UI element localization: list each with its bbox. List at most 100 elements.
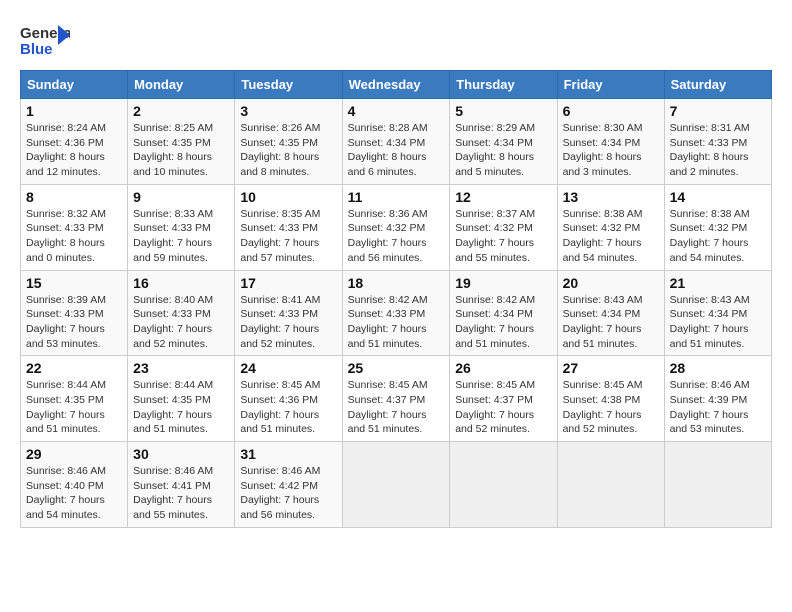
day-cell: 19 Sunrise: 8:42 AMSunset: 4:34 PMDayligh… — [450, 270, 557, 356]
svg-text:Blue: Blue — [20, 41, 53, 58]
day-info: Sunrise: 8:46 AMSunset: 4:41 PMDaylight:… — [133, 464, 229, 523]
day-number: 5 — [455, 103, 551, 119]
day-number: 10 — [240, 189, 336, 205]
weekday-header-sunday: Sunday — [21, 71, 128, 99]
day-cell: 27 Sunrise: 8:45 AMSunset: 4:38 PMDayligh… — [557, 356, 664, 442]
day-cell — [664, 442, 771, 528]
day-number: 30 — [133, 446, 229, 462]
day-number: 26 — [455, 360, 551, 376]
day-cell — [342, 442, 450, 528]
day-number: 11 — [348, 189, 445, 205]
day-info: Sunrise: 8:46 AMSunset: 4:40 PMDaylight:… — [26, 464, 122, 523]
day-cell: 1 Sunrise: 8:24 AMSunset: 4:36 PMDaylight… — [21, 99, 128, 185]
week-row-5: 29 Sunrise: 8:46 AMSunset: 4:40 PMDayligh… — [21, 442, 772, 528]
day-info: Sunrise: 8:25 AMSunset: 4:35 PMDaylight:… — [133, 121, 229, 180]
day-cell: 18 Sunrise: 8:42 AMSunset: 4:33 PMDayligh… — [342, 270, 450, 356]
day-cell: 5 Sunrise: 8:29 AMSunset: 4:34 PMDaylight… — [450, 99, 557, 185]
day-number: 24 — [240, 360, 336, 376]
logo: General Blue — [20, 20, 74, 60]
day-info: Sunrise: 8:45 AMSunset: 4:37 PMDaylight:… — [348, 378, 445, 437]
day-cell: 11 Sunrise: 8:36 AMSunset: 4:32 PMDayligh… — [342, 184, 450, 270]
day-info: Sunrise: 8:40 AMSunset: 4:33 PMDaylight:… — [133, 293, 229, 352]
day-number: 18 — [348, 275, 445, 291]
week-row-3: 15 Sunrise: 8:39 AMSunset: 4:33 PMDayligh… — [21, 270, 772, 356]
day-info: Sunrise: 8:43 AMSunset: 4:34 PMDaylight:… — [670, 293, 766, 352]
day-number: 23 — [133, 360, 229, 376]
day-cell: 22Sunrise: 8:44 AMSunset: 4:35 PMDayligh… — [21, 356, 128, 442]
day-info: Sunrise: 8:24 AMSunset: 4:36 PMDaylight:… — [26, 121, 122, 180]
weekday-header-wednesday: Wednesday — [342, 71, 450, 99]
day-number: 25 — [348, 360, 445, 376]
day-number: 31 — [240, 446, 336, 462]
day-info: Sunrise: 8:39 AMSunset: 4:33 PMDaylight:… — [26, 293, 122, 352]
day-cell: 28 Sunrise: 8:46 AMSunset: 4:39 PMDayligh… — [664, 356, 771, 442]
day-number: 8 — [26, 189, 122, 205]
day-number: 12 — [455, 189, 551, 205]
day-number: 1 — [26, 103, 122, 119]
day-cell: 25 Sunrise: 8:45 AMSunset: 4:37 PMDayligh… — [342, 356, 450, 442]
weekday-header-row: SundayMondayTuesdayWednesdayThursdayFrid… — [21, 71, 772, 99]
day-info: Sunrise: 8:30 AMSunset: 4:34 PMDaylight:… — [563, 121, 659, 180]
day-cell: 21 Sunrise: 8:43 AMSunset: 4:34 PMDayligh… — [664, 270, 771, 356]
day-info: Sunrise: 8:45 AMSunset: 4:36 PMDaylight:… — [240, 378, 336, 437]
day-cell: 14Sunrise: 8:38 AMSunset: 4:32 PMDayligh… — [664, 184, 771, 270]
day-number: 21 — [670, 275, 766, 291]
day-cell: 6 Sunrise: 8:30 AMSunset: 4:34 PMDaylight… — [557, 99, 664, 185]
day-info: Sunrise: 8:44 AMSunset: 4:35 PMDaylight:… — [133, 378, 229, 437]
day-cell: 15 Sunrise: 8:39 AMSunset: 4:33 PMDayligh… — [21, 270, 128, 356]
day-cell: 13 Sunrise: 8:38 AMSunset: 4:32 PMDayligh… — [557, 184, 664, 270]
day-number: 4 — [348, 103, 445, 119]
day-cell: 4 Sunrise: 8:28 AMSunset: 4:34 PMDaylight… — [342, 99, 450, 185]
day-info: Sunrise: 8:35 AMSunset: 4:33 PMDaylight:… — [240, 207, 336, 266]
day-info: Sunrise: 8:26 AMSunset: 4:35 PMDaylight:… — [240, 121, 336, 180]
day-number: 28 — [670, 360, 766, 376]
day-info: Sunrise: 8:46 AMSunset: 4:39 PMDaylight:… — [670, 378, 766, 437]
day-number: 15 — [26, 275, 122, 291]
day-info: Sunrise: 8:46 AMSunset: 4:42 PMDaylight:… — [240, 464, 336, 523]
day-cell: 2 Sunrise: 8:25 AMSunset: 4:35 PMDaylight… — [128, 99, 235, 185]
day-info: Sunrise: 8:37 AMSunset: 4:32 PMDaylight:… — [455, 207, 551, 266]
day-cell: 24 Sunrise: 8:45 AMSunset: 4:36 PMDayligh… — [235, 356, 342, 442]
day-number: 19 — [455, 275, 551, 291]
day-number: 17 — [240, 275, 336, 291]
day-cell: 23 Sunrise: 8:44 AMSunset: 4:35 PMDayligh… — [128, 356, 235, 442]
weekday-header-monday: Monday — [128, 71, 235, 99]
day-info: Sunrise: 8:28 AMSunset: 4:34 PMDaylight:… — [348, 121, 445, 180]
logo-icon: General Blue — [20, 20, 70, 60]
day-number: 27 — [563, 360, 659, 376]
day-cell: 7Sunrise: 8:31 AMSunset: 4:33 PMDaylight… — [664, 99, 771, 185]
week-row-1: 1 Sunrise: 8:24 AMSunset: 4:36 PMDaylight… — [21, 99, 772, 185]
day-info: Sunrise: 8:38 AMSunset: 4:32 PMDaylight:… — [670, 207, 766, 266]
day-cell: 26 Sunrise: 8:45 AMSunset: 4:37 PMDayligh… — [450, 356, 557, 442]
day-info: Sunrise: 8:42 AMSunset: 4:33 PMDaylight:… — [348, 293, 445, 352]
day-info: Sunrise: 8:31 AMSunset: 4:33 PMDaylight:… — [670, 121, 766, 180]
day-number: 6 — [563, 103, 659, 119]
day-info: Sunrise: 8:42 AMSunset: 4:34 PMDaylight:… — [455, 293, 551, 352]
day-info: Sunrise: 8:29 AMSunset: 4:34 PMDaylight:… — [455, 121, 551, 180]
day-number: 29 — [26, 446, 122, 462]
day-info: Sunrise: 8:32 AMSunset: 4:33 PMDaylight:… — [26, 207, 122, 266]
day-info: Sunrise: 8:41 AMSunset: 4:33 PMDaylight:… — [240, 293, 336, 352]
day-cell: 20Sunrise: 8:43 AMSunset: 4:34 PMDayligh… — [557, 270, 664, 356]
day-info: Sunrise: 8:45 AMSunset: 4:37 PMDaylight:… — [455, 378, 551, 437]
day-info: Sunrise: 8:45 AMSunset: 4:38 PMDaylight:… — [563, 378, 659, 437]
weekday-header-saturday: Saturday — [664, 71, 771, 99]
weekday-header-friday: Friday — [557, 71, 664, 99]
day-info: Sunrise: 8:43 AMSunset: 4:34 PMDaylight:… — [563, 293, 659, 352]
week-row-4: 22Sunrise: 8:44 AMSunset: 4:35 PMDayligh… — [21, 356, 772, 442]
day-info: Sunrise: 8:38 AMSunset: 4:32 PMDaylight:… — [563, 207, 659, 266]
day-cell — [450, 442, 557, 528]
day-info: Sunrise: 8:44 AMSunset: 4:35 PMDaylight:… — [26, 378, 122, 437]
day-info: Sunrise: 8:36 AMSunset: 4:32 PMDaylight:… — [348, 207, 445, 266]
day-number: 13 — [563, 189, 659, 205]
day-cell: 29 Sunrise: 8:46 AMSunset: 4:40 PMDayligh… — [21, 442, 128, 528]
day-number: 16 — [133, 275, 229, 291]
week-row-2: 8 Sunrise: 8:32 AMSunset: 4:33 PMDaylight… — [21, 184, 772, 270]
weekday-header-tuesday: Tuesday — [235, 71, 342, 99]
calendar: SundayMondayTuesdayWednesdayThursdayFrid… — [20, 70, 772, 528]
day-number: 9 — [133, 189, 229, 205]
day-cell: 12 Sunrise: 8:37 AMSunset: 4:32 PMDayligh… — [450, 184, 557, 270]
day-number: 2 — [133, 103, 229, 119]
header: General Blue — [20, 20, 772, 60]
weekday-header-thursday: Thursday — [450, 71, 557, 99]
